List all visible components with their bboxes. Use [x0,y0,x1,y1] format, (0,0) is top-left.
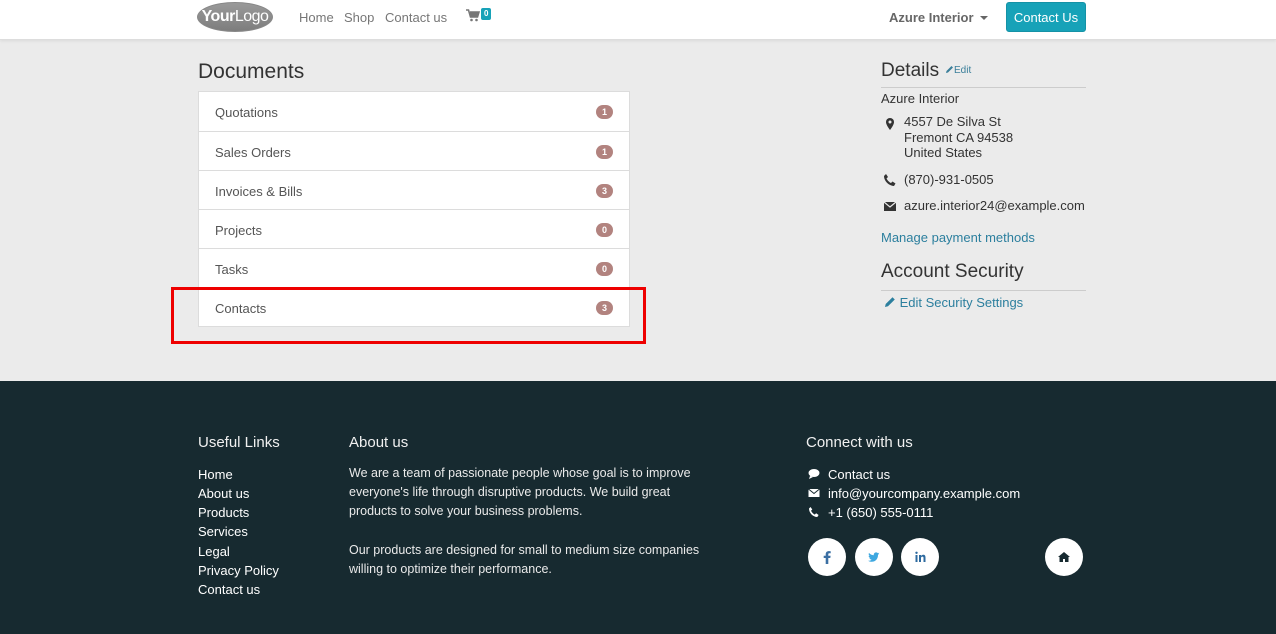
useful-links-heading: Useful Links [198,434,280,451]
manage-payment-methods-link[interactable]: Manage payment methods [881,230,1035,245]
footer-link-legal[interactable]: Legal [198,544,230,559]
caret-down-icon [979,15,988,20]
address-line: Fremont CA 94538 [904,129,1014,145]
about-us-paragraph: We are a team of passionate people whose… [349,466,691,518]
contact-us-button[interactable]: Contact Us [1006,2,1086,32]
email-address: azure.interior24@example.com [904,198,1085,213]
about-us-heading: About us [349,434,409,451]
doc-item-label: Tasks [215,262,249,277]
pencil-icon [885,297,895,307]
doc-count-badge: 1 [596,145,613,159]
security-divider [881,290,1086,291]
footer-email-link[interactable]: info@yourcompany.example.com [828,486,1020,501]
footer-link-privacy-policy[interactable]: Privacy Policy [198,563,279,578]
documents-title: Documents [198,60,305,83]
details-divider [881,87,1086,88]
doc-item-sales-orders[interactable]: Sales Orders 1 [198,131,630,171]
footer-contact-us-link[interactable]: Contact us [828,467,890,482]
doc-item-tasks[interactable]: Tasks 0 [198,248,630,288]
linkedin-icon [915,551,926,562]
address-block: 4557 De Silva St Fremont CA 94538 United… [904,114,1013,161]
footer-link-products[interactable]: Products [198,505,249,520]
envelope-icon [808,488,820,497]
nav-shop-link[interactable]: Shop [344,10,374,25]
twitter-button[interactable] [855,538,893,576]
user-dropdown[interactable]: Azure Interior [889,10,988,25]
edit-details-link[interactable]: Edit [945,65,971,76]
about-us-paragraph: Our products are designed for small to m… [349,543,700,576]
map-marker-icon [886,118,894,130]
doc-count-badge: 0 [596,262,613,276]
edit-security-settings-link[interactable]: Edit Security Settings [884,295,1023,310]
doc-item-quotations[interactable]: Quotations 1 [198,91,630,132]
linkedin-button[interactable] [901,538,939,576]
doc-count-badge: 1 [596,105,613,119]
doc-count-badge: 3 [596,301,613,315]
site-footer: Useful Links Home About us Products Serv… [0,381,1276,634]
doc-item-label: Projects [215,223,262,238]
cart-count-badge: 0 [481,8,492,20]
twitter-icon [868,552,880,562]
nav-contact-link[interactable]: Contact us [385,10,447,25]
pencil-icon [946,66,953,73]
home-icon [1058,552,1070,562]
doc-item-label: Invoices & Bills [215,184,303,199]
phone-number: (870)-931-0505 [904,172,994,187]
doc-item-projects[interactable]: Projects 0 [198,209,630,249]
facebook-icon [823,551,831,564]
account-security-title: Account Security [881,261,1024,282]
doc-count-badge: 3 [596,184,613,198]
documents-list: Quotations 1 Sales Orders 1 Invoices & B… [198,91,630,327]
footer-link-home[interactable]: Home [198,467,233,482]
footer-link-contact-us[interactable]: Contact us [198,582,260,597]
address-line: 4557 De Silva St [904,114,1001,129]
address-line: United States [904,145,983,160]
doc-item-invoices-bills[interactable]: Invoices & Bills 3 [198,170,630,210]
footer-phone-link[interactable]: +1 (650) 555-0111 [828,505,933,520]
doc-item-label: Quotations [215,105,278,120]
phone-icon [809,507,819,517]
doc-count-badge: 0 [596,223,613,237]
site-logo[interactable]: YourLogo [197,2,273,32]
customer-name: Azure Interior [881,91,960,106]
home-button[interactable] [1045,538,1083,576]
comment-icon [808,469,820,479]
facebook-button[interactable] [808,538,846,576]
cart-icon[interactable] [466,9,480,23]
phone-icon [884,174,896,186]
doc-item-label: Contacts [215,301,267,316]
connect-heading: Connect with us [806,434,913,451]
envelope-icon [883,201,897,211]
doc-item-label: Sales Orders [215,145,291,160]
nav-home-link[interactable]: Home [299,10,334,25]
footer-link-services[interactable]: Services [198,524,248,539]
doc-item-contacts[interactable]: Contacts 3 [198,287,630,327]
top-navbar: YourLogo Home Shop Contact us 0 Azure In… [0,0,1276,40]
footer-link-about-us[interactable]: About us [198,486,249,501]
details-title: Details [881,60,940,81]
